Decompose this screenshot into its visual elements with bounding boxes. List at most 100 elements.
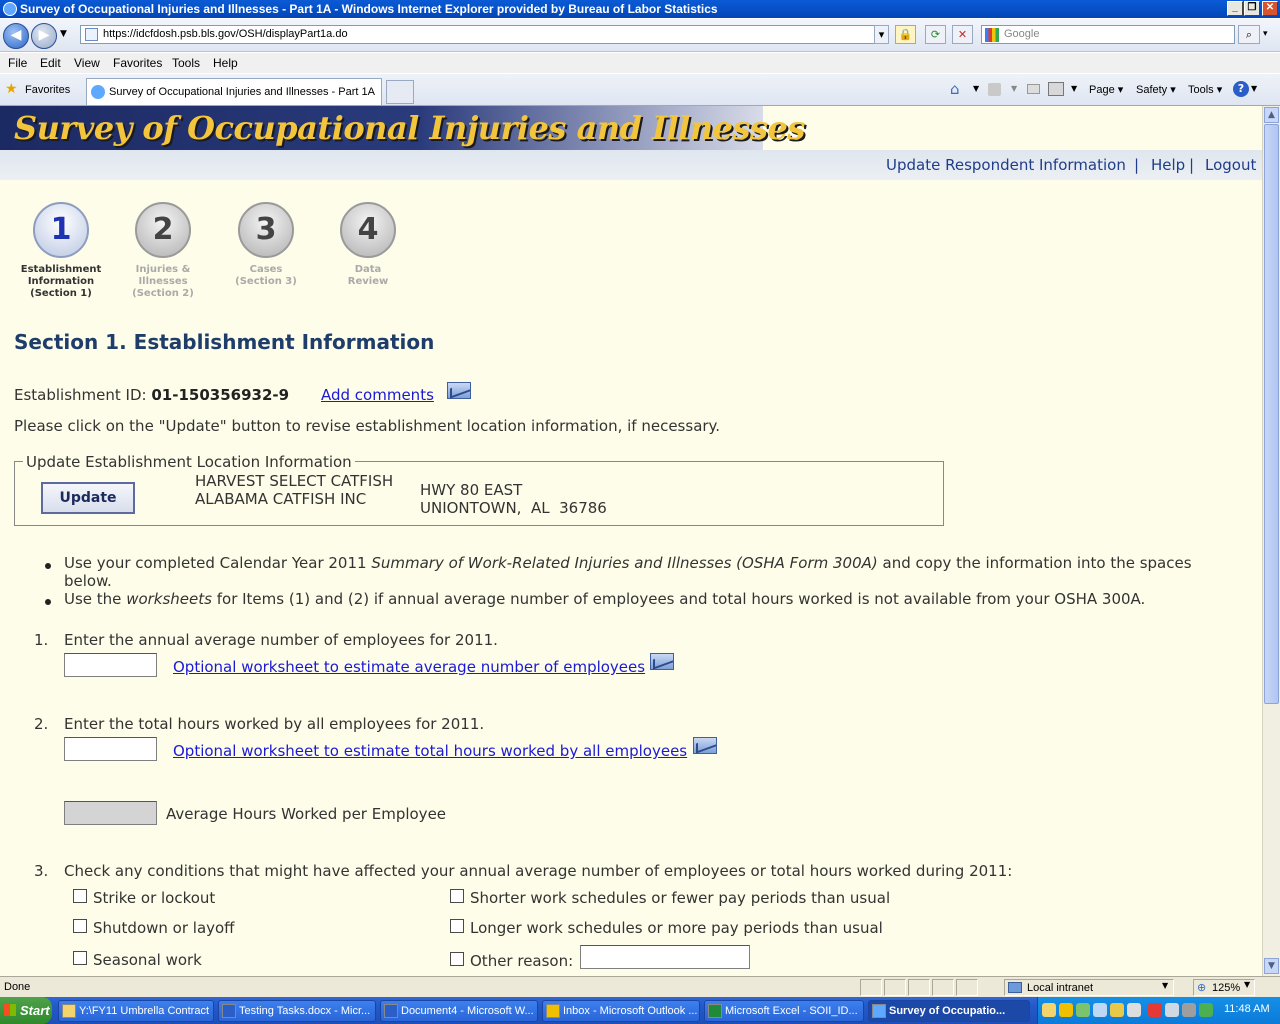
task-ie-survey[interactable]: Survey of Occupatio...	[868, 1000, 1030, 1022]
page-menu[interactable]: Page ▾	[1089, 82, 1123, 98]
address-dropdown-button[interactable]: ▾	[874, 25, 889, 44]
menu-favorites[interactable]: Favorites	[113, 53, 162, 73]
lock-icon[interactable]: 🔒	[895, 25, 916, 44]
location-fieldset: Update Establishment Location Informatio…	[14, 453, 944, 526]
menu-file[interactable]: File	[8, 53, 27, 73]
update-button[interactable]: Update	[41, 482, 135, 514]
home-dropdown-icon[interactable]: ▼	[973, 84, 979, 93]
clock[interactable]: 11:48 AM	[1224, 1003, 1270, 1015]
help-dropdown-icon[interactable]: ▼	[1251, 84, 1257, 93]
task-outlook[interactable]: Inbox - Microsoft Outlook ...	[542, 1000, 700, 1022]
start-button[interactable]: Start	[0, 997, 52, 1024]
task-word-document4[interactable]: Document4 - Microsoft W...	[380, 1000, 538, 1022]
restore-button[interactable]: ❐	[1244, 1, 1260, 16]
history-dropdown-icon[interactable]: ▼	[60, 29, 67, 39]
shutdown-checkbox[interactable]	[73, 919, 87, 933]
avg-employees-input[interactable]	[64, 653, 157, 677]
scroll-down-arrow[interactable]: ▼	[1264, 958, 1279, 974]
search-button[interactable]: ⌕	[1238, 25, 1260, 44]
word-icon	[222, 1004, 236, 1018]
stop-icon[interactable]: ✕	[952, 25, 973, 44]
seasonal-checkbox[interactable]	[73, 951, 87, 965]
total-hours-input[interactable]	[64, 737, 157, 761]
other-reason-input[interactable]	[580, 945, 750, 969]
favorites-button[interactable]: Favorites	[25, 82, 70, 98]
feeds-icon[interactable]	[988, 83, 1001, 96]
update-respondent-link[interactable]: Update Respondent Information	[886, 150, 1126, 180]
shield-tray-icon[interactable]	[1148, 1003, 1162, 1017]
outlook-tray-icon[interactable]	[1059, 1003, 1073, 1017]
tab-page-icon	[91, 85, 105, 99]
close-button[interactable]: ✕	[1262, 1, 1278, 16]
other-reason-checkbox[interactable]	[450, 952, 464, 966]
task-word-testing[interactable]: Testing Tasks.docx - Micr...	[218, 1000, 376, 1022]
hours-worksheet-link[interactable]: Optional worksheet to estimate total hou…	[173, 742, 687, 760]
print-icon[interactable]	[1048, 82, 1064, 96]
strike-checkbox[interactable]	[73, 889, 87, 903]
menu-help[interactable]: Help	[213, 53, 238, 73]
other-reason-label: Other reason:	[470, 952, 574, 970]
shorter-schedules-label: Shorter work schedules or fewer pay peri…	[470, 889, 891, 907]
network-tray-icon[interactable]	[1093, 1003, 1107, 1017]
comment-envelope-icon[interactable]	[447, 382, 471, 399]
help-icon[interactable]: ?	[1233, 81, 1249, 97]
employees-worksheet-icon[interactable]	[650, 653, 674, 670]
print-dropdown-icon[interactable]: ▼	[1071, 84, 1077, 93]
search-input[interactable]: Google	[981, 25, 1235, 44]
step-3[interactable]: 3 Cases (Section 3)	[216, 202, 316, 288]
feeds-dropdown-icon[interactable]: ▼	[1011, 84, 1017, 93]
back-button[interactable]: ◀	[3, 23, 29, 49]
bullet-2	[45, 599, 51, 605]
establishment-id-label: Establishment ID:	[14, 386, 152, 404]
zone-text: Local intranet	[1027, 982, 1094, 994]
step-1[interactable]: 1 Establishment Information (Section 1)	[11, 202, 111, 300]
home-icon[interactable]: ⌂	[950, 80, 960, 98]
update-instruction: Please click on the "Update" button to r…	[14, 417, 721, 435]
step-2[interactable]: 2 Injuries & Illnesses (Section 2)	[113, 202, 213, 300]
lock-tray-icon[interactable]	[1110, 1003, 1124, 1017]
favorites-star-icon[interactable]: ★	[5, 82, 18, 96]
forward-button[interactable]: ▶	[31, 23, 57, 49]
minimize-button[interactable]: _	[1227, 1, 1243, 16]
new-tab-button[interactable]	[386, 80, 414, 104]
tab-survey[interactable]: Survey of Occupational Injuries and Illn…	[86, 78, 382, 105]
help-link[interactable]: Help	[1151, 150, 1185, 180]
bullet-2-text: Use the worksheets for Items (1) and (2)…	[64, 590, 1146, 608]
bullet-1-text-cont: below.	[64, 572, 112, 590]
tab-bar: ★ Favorites Survey of Occupational Injur…	[0, 74, 1280, 106]
scroll-thumb[interactable]	[1264, 124, 1279, 704]
hours-worksheet-icon[interactable]	[693, 737, 717, 754]
task-excel[interactable]: Microsoft Excel - SOII_ID...	[704, 1000, 864, 1022]
zoom-control[interactable]: ⊕ 125% ▼	[1193, 979, 1255, 996]
protected-mode-icon[interactable]: ▼	[1162, 981, 1168, 990]
logout-link[interactable]: Logout	[1205, 150, 1256, 180]
refresh-icon[interactable]: ⟳	[925, 25, 946, 44]
menu-tools[interactable]: Tools	[172, 53, 200, 73]
address-input[interactable]: https://idcfdosh.psb.bls.gov/OSH/display…	[80, 25, 889, 44]
sync-tray-icon[interactable]	[1076, 1003, 1090, 1017]
bullet-1	[45, 563, 51, 569]
step-3-label: Cases (Section 3)	[235, 264, 297, 287]
update-tray-icon[interactable]	[1199, 1003, 1213, 1017]
menu-edit[interactable]: Edit	[40, 53, 61, 73]
folder-icon	[62, 1004, 76, 1018]
volume-tray-icon[interactable]	[1165, 1003, 1179, 1017]
vertical-scrollbar[interactable]: ▲ ▼	[1262, 106, 1280, 976]
ie-icon	[3, 2, 17, 16]
add-comments-link[interactable]: Add comments	[321, 386, 434, 404]
monitor-tray-icon[interactable]	[1127, 1003, 1141, 1017]
search-options-icon[interactable]: ▾	[1263, 29, 1268, 39]
employees-worksheet-link[interactable]: Optional worksheet to estimate average n…	[173, 658, 645, 676]
security-tray-icon[interactable]	[1182, 1003, 1196, 1017]
task-explorer[interactable]: Y:\FY11 Umbrella Contract	[58, 1000, 214, 1022]
shorter-schedules-checkbox[interactable]	[450, 889, 464, 903]
scroll-up-arrow[interactable]: ▲	[1264, 107, 1279, 123]
safety-menu[interactable]: Safety ▾	[1136, 82, 1176, 98]
tools-menu[interactable]: Tools ▾	[1188, 82, 1222, 98]
mail-tray-icon[interactable]	[1042, 1003, 1056, 1017]
mail-icon[interactable]	[1027, 84, 1040, 94]
step-4[interactable]: 4 Data Review	[318, 202, 418, 288]
location-legend: Update Establishment Location Informatio…	[23, 453, 355, 471]
longer-schedules-checkbox[interactable]	[450, 919, 464, 933]
menu-view[interactable]: View	[74, 53, 100, 73]
